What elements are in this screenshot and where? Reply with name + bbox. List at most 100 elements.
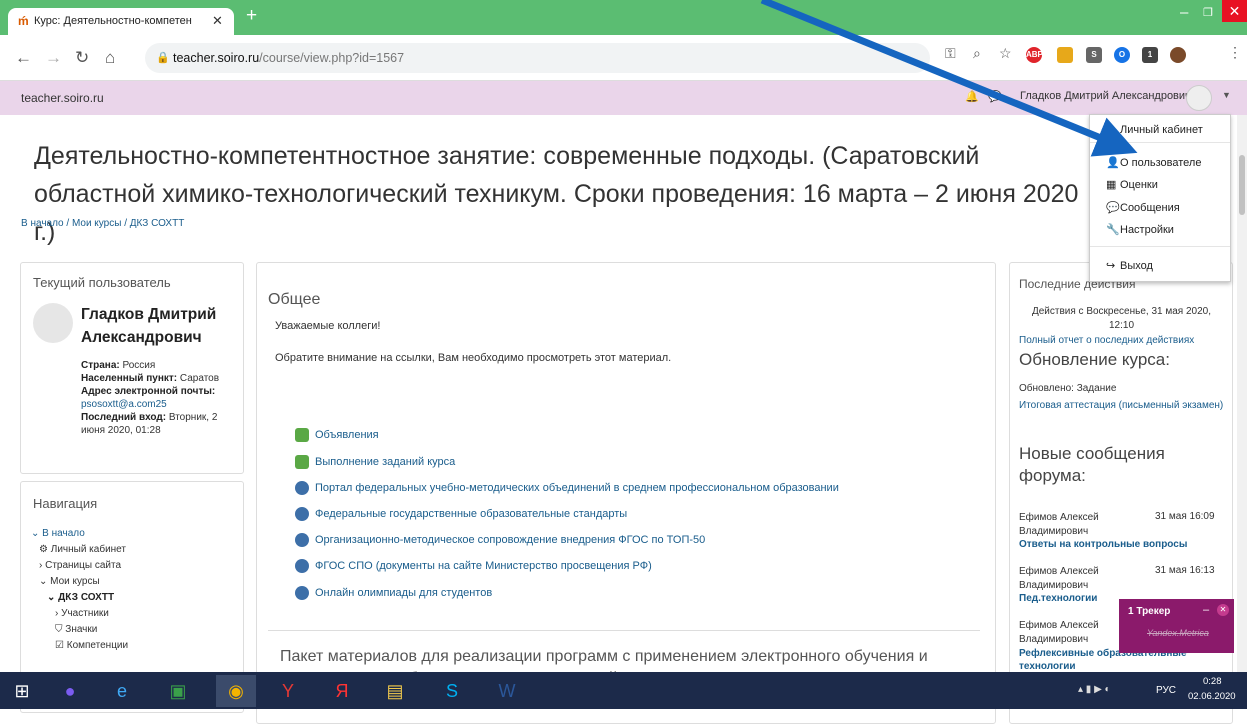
activity-link[interactable]: Объявления (295, 428, 379, 442)
bookmark-ext-icon[interactable] (1057, 47, 1073, 63)
updated-item-link[interactable]: Итоговая аттестация (письменный экзамен) (1019, 398, 1224, 413)
skype-icon[interactable]: S (432, 675, 472, 707)
close-tab-icon[interactable]: ✕ (212, 13, 223, 29)
header-avatar[interactable] (1186, 85, 1212, 111)
maximize-icon[interactable]: ❐ (1203, 6, 1213, 19)
nav-item-competencies[interactable]: ☑ Компетенции (31, 638, 128, 654)
caret-down-icon[interactable]: ▼ (1222, 90, 1231, 100)
breadcrumb-course[interactable]: ДКЗ СОХТТ (130, 218, 185, 229)
zoom-icon[interactable]: ⌕ (973, 45, 981, 62)
menu-item-dashboard[interactable]: ⚙ Личный кабинет (1106, 123, 1203, 136)
clock-date[interactable]: 02.06.2020 (1188, 691, 1236, 702)
menu-item-logout[interactable]: ↪ Выход (1106, 259, 1153, 272)
nav-item-badges[interactable]: ⛉ Значки (31, 622, 128, 638)
user-dropdown-menu: ⚙ Личный кабинет 👤О пользователе ▦ Оценки … (1089, 114, 1231, 282)
activity-link[interactable]: Онлайн олимпиады для студентов (295, 586, 492, 600)
bell-icon[interactable]: 🔔 (965, 90, 979, 103)
nav-label: В начало (42, 528, 85, 539)
home-icon[interactable]: ⌂ (105, 48, 115, 68)
minimize-icon[interactable]: – (1203, 604, 1209, 616)
activity-link[interactable]: ФГОС СПО (документы на сайте Министерств… (295, 559, 652, 573)
menu-item-grades[interactable]: ▦ Оценки (1106, 178, 1158, 191)
close-icon[interactable]: ✕ (1217, 604, 1229, 616)
section-divider (268, 630, 980, 631)
tray-icons[interactable]: ▴ ▮ ▶ ◐ (1078, 684, 1111, 695)
nav-item-site-pages[interactable]: › Страницы сайта (31, 558, 128, 574)
nav-item-participants[interactable]: › Участники (31, 606, 128, 622)
key-icon[interactable]: ⚿ (945, 45, 956, 62)
nav-item-dashboard[interactable]: ⚙ Личный кабинет (31, 542, 128, 558)
city-label: Населенный пункт: (81, 373, 178, 384)
window-close-icon[interactable]: ✕ (1222, 0, 1247, 22)
activity-link[interactable]: Портал федеральных учебно-методических о… (295, 481, 839, 495)
activity-link[interactable]: Выполнение заданий курса (295, 455, 455, 469)
wrench-icon: 🔧 (1106, 224, 1120, 236)
extension-badge-icon[interactable]: 1 (1142, 47, 1158, 63)
adblock-icon[interactable]: ABP (1026, 47, 1043, 63)
new-tab-button[interactable]: + (246, 5, 257, 27)
email-link[interactable]: psosoxtt@a.com25 (81, 398, 241, 411)
extension-s-icon[interactable]: S (1086, 47, 1102, 63)
user-avatar (33, 303, 73, 343)
chrome-menu-icon[interactable]: ⋮ (1228, 44, 1242, 61)
lock-icon: 🔒 (156, 52, 170, 64)
block-title: Навигация (33, 496, 98, 511)
nav-item-course[interactable]: ⌄ ДКЗ СОХТТ (31, 590, 128, 606)
scrollbar-thumb[interactable] (1239, 155, 1245, 215)
back-icon[interactable]: ← (15, 48, 32, 68)
full-report-link[interactable]: Полный отчет о последних действиях (1019, 335, 1194, 346)
language-indicator[interactable]: РУС (1156, 685, 1176, 696)
chrome-taskbar-icon[interactable]: ◉ (216, 675, 256, 707)
updated-label: Обновлено: Задание (1019, 383, 1117, 394)
site-name-link[interactable]: teacher.soiro.ru (21, 91, 104, 105)
file-explorer-icon[interactable]: ▤ (375, 675, 415, 707)
post-subject-link[interactable]: Пед.технологии (1019, 593, 1097, 604)
menu-divider (1090, 246, 1230, 247)
user-full-name[interactable]: Гладков Дмитрий Александрович (81, 303, 241, 349)
bookmark-star-icon[interactable]: ☆ (999, 45, 1012, 62)
chat-icon[interactable]: 💬 (988, 90, 1002, 103)
post-subject-link[interactable]: Ответы на контрольные вопросы (1019, 539, 1187, 550)
forward-icon[interactable]: → (45, 48, 62, 68)
minimize-icon[interactable]: – (1180, 4, 1188, 21)
clock-time[interactable]: 0:28 (1203, 676, 1222, 687)
breadcrumb-my-courses[interactable]: Мои курсы (72, 218, 122, 229)
tab-title: Курс: Деятельностно-компетен (34, 15, 192, 27)
store-icon[interactable]: ▣ (158, 675, 198, 707)
nav-label: Участники (61, 608, 109, 619)
word-icon[interactable]: W (487, 675, 527, 707)
post-author: Ефимов Алексей Владимирович (1019, 566, 1099, 591)
nav-label: Компетенции (66, 640, 129, 651)
windows-start-icon[interactable]: ⊞ (2, 675, 42, 707)
table-icon: ▦ (1106, 179, 1117, 191)
header-user-name[interactable]: Гладков Дмитрий Александрович (1020, 90, 1191, 102)
activity-link[interactable]: Федеральные государственные образователь… (295, 507, 627, 521)
yandex-browser-icon[interactable]: Y (268, 675, 308, 707)
user-details: Страна: Россия Населенный пункт: Саратов… (81, 359, 241, 437)
menu-item-preferences[interactable]: 🔧Настройки (1106, 223, 1174, 236)
menu-item-profile[interactable]: 👤О пользователе (1106, 156, 1201, 169)
nav-item-home[interactable]: ⌄ В начало (31, 526, 128, 542)
breadcrumb-home[interactable]: В начало (21, 218, 64, 229)
reload-icon[interactable]: ↻ (75, 48, 89, 68)
address-bar[interactable]: 🔒 teacher.soiro.ru/course/view.php?id=15… (145, 43, 930, 73)
browser-tab[interactable]: ḿ Курс: Деятельностно-компетен ✕ (8, 8, 234, 35)
shield-icon: ⛉ (55, 624, 63, 635)
edge-icon[interactable]: e (102, 675, 142, 707)
updates-title: Обновление курса: (1019, 350, 1170, 369)
tracker-widget[interactable]: 1 Трекер – ✕ Yandex.Metrica (1119, 599, 1234, 653)
activity-label: ФГОС СПО (документы на сайте Министерств… (315, 559, 652, 572)
activity-label: Организационно-методическое сопровождени… (315, 533, 706, 546)
course-content: Общее Уважаемые коллеги! Обратите вниман… (256, 262, 996, 724)
nav-label: Страницы сайта (45, 560, 122, 571)
activity-label: Федеральные государственные образователь… (315, 507, 628, 520)
profile-avatar-icon[interactable] (1170, 47, 1186, 63)
activity-link[interactable]: Организационно-методическое сопровождени… (295, 533, 705, 547)
scrollbar[interactable] (1237, 115, 1247, 672)
cortana-icon[interactable]: ● (50, 675, 90, 707)
extension-o-icon[interactable]: O (1114, 47, 1130, 63)
menu-item-messages[interactable]: 💬Сообщения (1106, 201, 1180, 214)
yandex-icon[interactable]: Я (322, 675, 362, 707)
forum-icon (295, 455, 309, 469)
nav-item-my-courses[interactable]: ⌄ Мои курсы (31, 574, 128, 590)
